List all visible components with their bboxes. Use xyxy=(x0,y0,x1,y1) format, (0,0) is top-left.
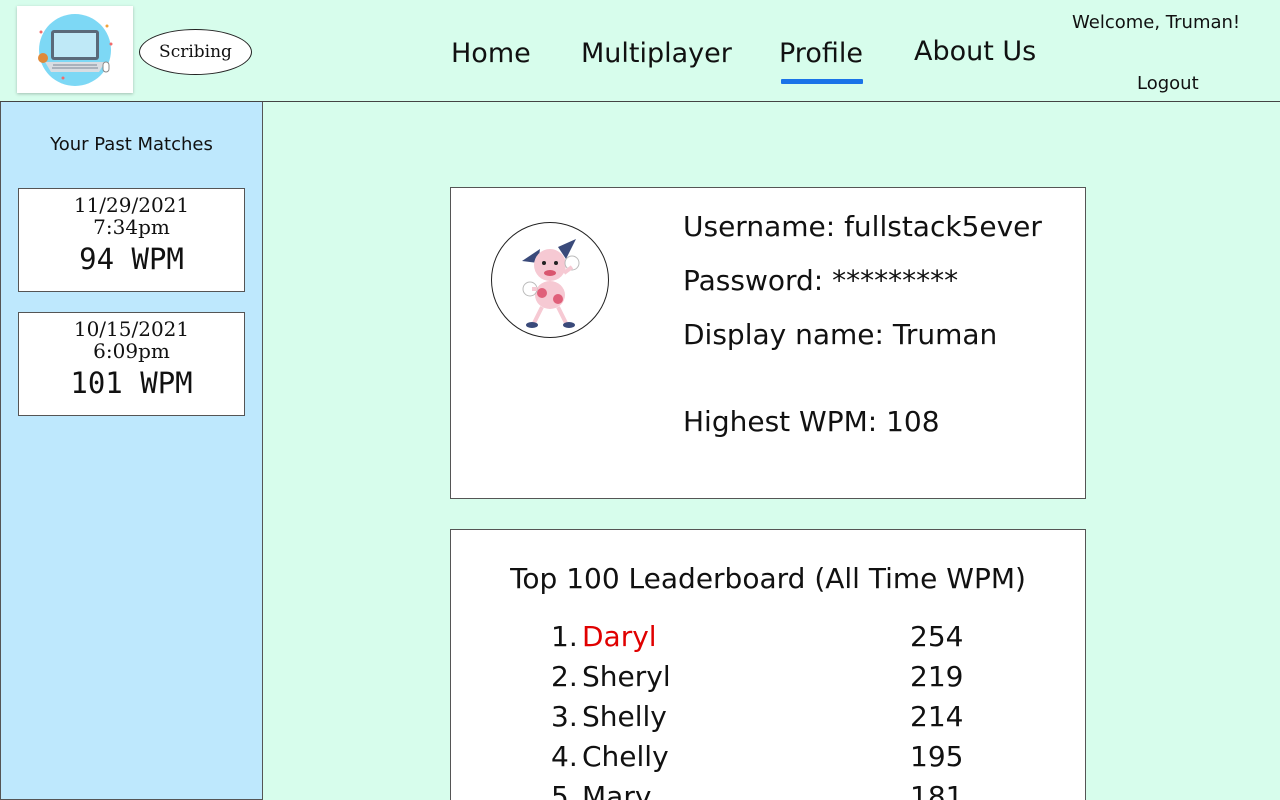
leaderboard-name: Daryl xyxy=(582,620,657,653)
leaderboard-name: Sheryl xyxy=(582,660,671,693)
leaderboard-title: Top 100 Leaderboard (All Time WPM) xyxy=(510,562,1026,595)
leaderboard-row: 1. Daryl 254 xyxy=(551,620,971,660)
display-name-text: Display name: Truman xyxy=(683,318,998,351)
match-time: 7:34pm xyxy=(93,215,170,239)
leaderboard-score: 214 xyxy=(910,700,964,733)
leaderboard-row: 3. Shelly 214 xyxy=(551,700,971,740)
nav-home[interactable]: Home xyxy=(451,38,531,69)
leaderboard-row: 2. Sheryl 219 xyxy=(551,660,971,700)
match-card[interactable]: 10/15/2021 6:09pm 101 WPM xyxy=(18,312,245,416)
match-date: 10/15/2021 xyxy=(73,317,190,341)
leaderboard-name: Shelly xyxy=(582,700,667,733)
leaderboard-rank: 4. xyxy=(551,740,578,773)
leaderboard-score: 195 xyxy=(910,740,964,773)
leaderboard-rank: 5. xyxy=(551,780,578,800)
nav-profile[interactable]: Profile xyxy=(779,38,863,69)
nav-multiplayer[interactable]: Multiplayer xyxy=(581,38,732,69)
leaderboard-rank: 3. xyxy=(551,700,578,733)
brand-name[interactable]: Scribing xyxy=(139,29,252,75)
match-date: 11/29/2021 xyxy=(73,193,190,217)
leaderboard-rank: 2. xyxy=(551,660,578,693)
profile-card: Username: fullstack5ever Password: *****… xyxy=(450,187,1086,499)
leaderboard-name: Mary xyxy=(582,780,652,800)
leaderboard-rank: 1. xyxy=(551,620,578,653)
leaderboard: Top 100 Leaderboard (All Time WPM) 1. Da… xyxy=(450,529,1086,800)
highest-wpm-text: Highest WPM: 108 xyxy=(683,405,940,438)
match-card[interactable]: 11/29/2021 7:34pm 94 WPM xyxy=(18,188,245,292)
logout-link[interactable]: Logout xyxy=(1137,73,1199,94)
leaderboard-score: 254 xyxy=(910,620,964,653)
header: Scribing Home Multiplayer Profile About … xyxy=(0,0,1280,102)
active-nav-indicator xyxy=(781,79,863,84)
match-wpm: 94 WPM xyxy=(79,242,184,276)
welcome-message: Welcome, Truman! xyxy=(1072,12,1241,33)
leaderboard-name: Chelly xyxy=(582,740,669,773)
leaderboard-row: 5. Mary 181 xyxy=(551,780,971,800)
past-matches-sidebar: Your Past Matches 11/29/2021 7:34pm 94 W… xyxy=(0,102,263,800)
match-wpm: 101 WPM xyxy=(70,366,193,400)
leaderboard-score: 219 xyxy=(910,660,964,693)
leaderboard-score: 181 xyxy=(910,780,964,800)
match-time: 6:09pm xyxy=(93,339,170,363)
avatar xyxy=(491,222,609,338)
sidebar-title: Your Past Matches xyxy=(50,134,213,155)
password-text: Password: ********* xyxy=(683,264,959,297)
leaderboard-row: 4. Chelly 195 xyxy=(551,740,971,780)
username-text: Username: fullstack5ever xyxy=(683,210,1042,243)
laptop-logo-icon[interactable] xyxy=(17,6,133,93)
nav-about-us[interactable]: About Us xyxy=(914,36,1036,67)
